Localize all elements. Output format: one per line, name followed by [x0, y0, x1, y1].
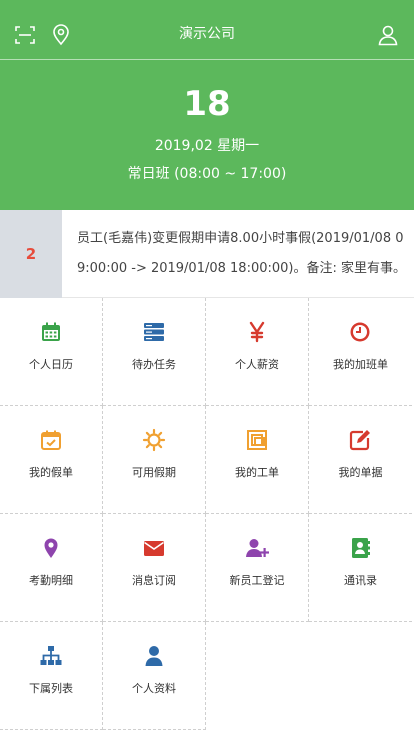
edit-icon: [348, 428, 372, 452]
menu-item-label: 个人薪资: [235, 358, 279, 371]
menu-item-subordinates[interactable]: 下属列表: [0, 622, 103, 730]
user-solid-icon: [142, 644, 166, 668]
clone-icon: [245, 428, 269, 452]
menu-item-label: 我的假单: [29, 466, 73, 479]
notification-text: 员工(毛嘉伟)变更假期申请8.00小时事假(2019/01/08 09:00:0…: [77, 231, 406, 276]
menu-item-profile[interactable]: 个人资料: [103, 622, 206, 730]
yen-icon: [245, 320, 269, 344]
menu-item-label: 我的加班单: [333, 358, 388, 371]
menu-item-label: 通讯录: [344, 574, 377, 587]
menu-grid: 个人日历 待办任务 个人薪资 我的加班单 我的假单 可用假期 我的工单 我的单据…: [0, 298, 414, 736]
menu-item-contacts[interactable]: 通讯录: [309, 514, 412, 622]
address-book-icon: [348, 536, 372, 560]
org-chart-icon: [39, 644, 63, 668]
today-date: 2019,02 星期一: [154, 138, 260, 154]
menu-item-label: 可用假期: [132, 466, 176, 479]
clock-icon: [348, 320, 372, 344]
menu-item-new-employee[interactable]: 新员工登记: [206, 514, 309, 622]
menu-item-tasks[interactable]: 待办任务: [103, 298, 206, 406]
menu-item-documents[interactable]: 我的单据: [309, 406, 412, 514]
menu-item-label: 我的单据: [338, 466, 383, 479]
menu-item-work-order[interactable]: 我的工单: [206, 406, 309, 514]
menu-item-label: 下属列表: [29, 682, 73, 695]
today-day: 18: [183, 84, 231, 124]
today-panel: 18 2019,02 星期一 常日班 (08:00 ~ 17:00): [0, 60, 414, 210]
menu-item-label: 我的工单: [235, 466, 279, 479]
user-icon[interactable]: [377, 24, 399, 46]
app-title: 演示公司: [179, 26, 235, 42]
shift-info: 常日班 (08:00 ~ 17:00): [127, 166, 287, 182]
sun-icon: [142, 428, 166, 452]
server-stack-icon: [142, 320, 166, 344]
menu-item-attendance[interactable]: 考勤明细: [0, 514, 103, 622]
calendar-icon: [39, 320, 63, 344]
menu-item-leave[interactable]: 我的假单: [0, 406, 103, 514]
menu-item-label: 个人日历: [29, 358, 73, 371]
envelope-icon: [142, 536, 166, 560]
menu-item-subscriptions[interactable]: 消息订阅: [103, 514, 206, 622]
calendar-check-icon: [39, 428, 63, 452]
menu-item-label: 待办任务: [132, 358, 176, 371]
notification-count-badge: 2: [0, 210, 62, 298]
user-plus-icon: [245, 536, 269, 560]
top-bar: 演示公司: [0, 0, 414, 60]
map-marker-icon: [39, 536, 63, 560]
menu-item-empty: [206, 622, 309, 730]
menu-item-salary[interactable]: 个人薪资: [206, 298, 309, 406]
menu-item-calendar[interactable]: 个人日历: [0, 298, 103, 406]
notification-row[interactable]: 2 员工(毛嘉伟)变更假期申请8.00小时事假(2019/01/08 09:00…: [0, 210, 414, 298]
menu-item-label: 新员工登记: [229, 574, 285, 587]
menu-item-label: 消息订阅: [132, 574, 176, 587]
menu-item-label: 个人资料: [132, 682, 176, 695]
menu-item-available-leave[interactable]: 可用假期: [103, 406, 206, 514]
menu-item-label: 考勤明细: [29, 574, 73, 587]
menu-item-overtime[interactable]: 我的加班单: [309, 298, 412, 406]
